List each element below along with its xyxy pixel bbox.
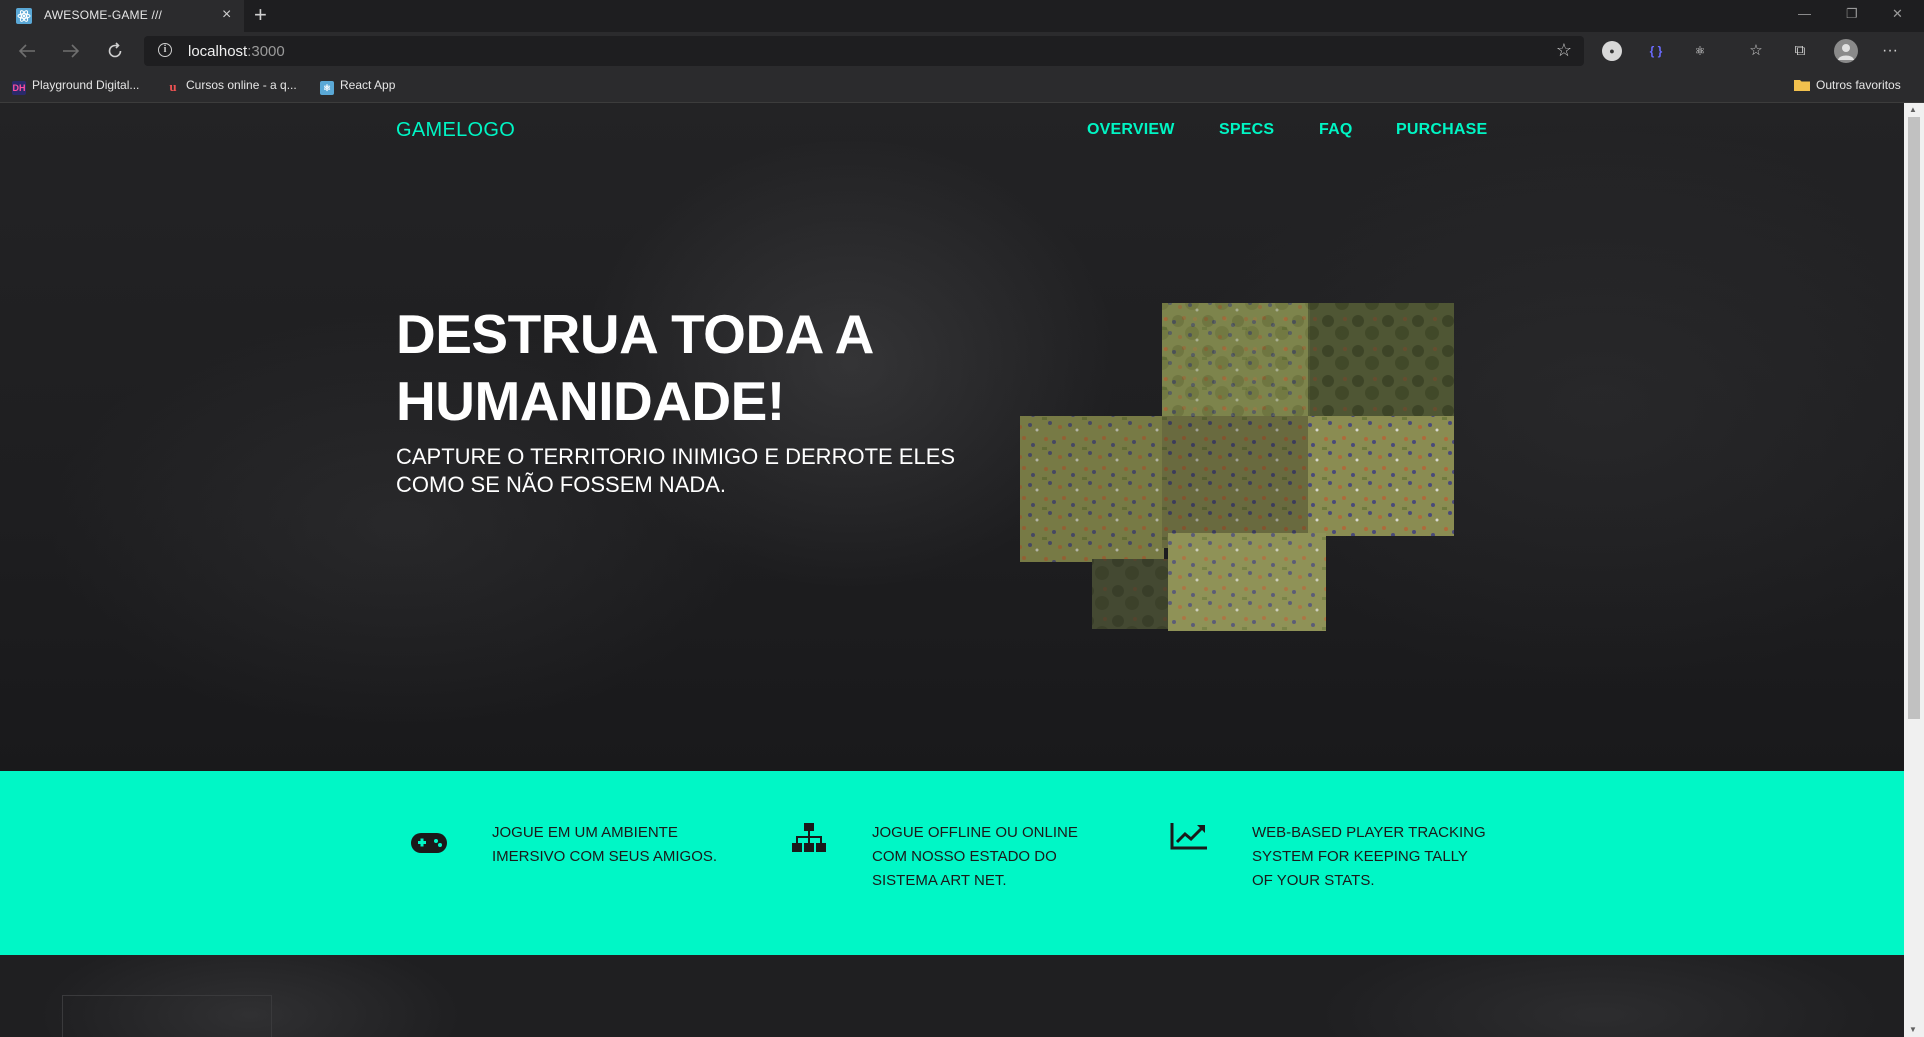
- page-viewport: GAMELOGO OVERVIEW SPECS FAQ PURCHASE DES…: [0, 103, 1904, 1037]
- udemy-icon: u: [169, 79, 177, 94]
- collage-tile: [1092, 559, 1168, 629]
- feature-text: WEB-BASED PLAYER TRACKING SYSTEM FOR KEE…: [1252, 824, 1486, 889]
- json-extension-icon[interactable]: { }: [1646, 41, 1666, 61]
- tab-title: AWESOME-GAME ///: [44, 8, 163, 22]
- collage-tile: [1162, 303, 1310, 419]
- collections-icon[interactable]: ⧉: [1790, 41, 1810, 61]
- scrollbar-thumb[interactable]: [1908, 117, 1920, 719]
- profile-person-icon: [1838, 44, 1854, 60]
- url-text: localhost:3000: [188, 43, 285, 60]
- close-window-icon[interactable]: ✕: [1892, 6, 1903, 22]
- bookmarks-bar: DH Playground Digital... u Cursos online -…: [0, 70, 1924, 103]
- forward-icon[interactable]: [62, 43, 80, 59]
- favorite-star-icon[interactable]: ☆: [1556, 40, 1572, 61]
- dh-icon: DH: [12, 81, 26, 95]
- browser-toolbar: i localhost:3000 ☆ ● { } ⚛ ☆ ⧉ ···: [0, 32, 1924, 70]
- react-favicon-icon: [16, 8, 32, 24]
- scroll-down-icon[interactable]: ▼: [1909, 1025, 1917, 1034]
- browser-tab-bar: AWESOME-GAME /// × + — ❐ ✕: [0, 0, 1924, 32]
- collage-tile: [1162, 416, 1310, 548]
- react-devtools-icon[interactable]: ⚛: [1690, 41, 1710, 61]
- react-icon: ⚛: [320, 81, 334, 95]
- scroll-up-icon[interactable]: ▲: [1909, 105, 1917, 114]
- collage-tile: [1168, 533, 1326, 631]
- reload-icon[interactable]: [106, 42, 124, 60]
- bookmark-item[interactable]: u Cursos online - a q...: [166, 78, 296, 94]
- section-frame: [62, 995, 272, 1037]
- address-bar[interactable]: i localhost:3000 ☆: [144, 36, 1584, 66]
- gamepad-icon: [411, 833, 447, 853]
- bookmark-item[interactable]: ⚛ React App: [320, 78, 395, 95]
- chart-line-icon: [1170, 823, 1207, 850]
- feature-text: JOGUE EM UM AMBIENTE IMERSIVO COM SEUS A…: [492, 824, 718, 865]
- collage-tile: [1308, 416, 1454, 536]
- tab-close-icon[interactable]: ×: [222, 6, 231, 24]
- profile-avatar[interactable]: [1834, 39, 1858, 63]
- features-band: JOGUE EM UM AMBIENTE IMERSIVO COM SEUS A…: [0, 771, 1904, 955]
- hero-section: GAMELOGO OVERVIEW SPECS FAQ PURCHASE DES…: [0, 103, 1904, 771]
- folder-icon: [1794, 80, 1810, 91]
- next-section: [0, 955, 1904, 1037]
- browser-tab[interactable]: AWESOME-GAME /// ×: [0, 0, 244, 32]
- page-scrollbar[interactable]: ▲ ▼: [1904, 103, 1924, 1037]
- site-info-icon[interactable]: i: [158, 43, 172, 57]
- restore-icon[interactable]: ❐: [1846, 6, 1858, 22]
- feature-text: JOGUE OFFLINE OU ONLINE COM NOSSO ESTADO…: [872, 824, 1078, 889]
- minimize-icon[interactable]: —: [1798, 6, 1811, 21]
- game-screenshot-collage: [1020, 303, 1454, 631]
- more-menu-icon[interactable]: ···: [1880, 41, 1900, 61]
- favorites-list-icon[interactable]: ☆: [1746, 41, 1766, 61]
- bookmark-item[interactable]: DH Playground Digital...: [12, 78, 139, 95]
- sitemap-icon: [792, 823, 826, 852]
- other-favorites[interactable]: Outros favoritos: [1794, 78, 1901, 92]
- collage-tile: [1020, 416, 1164, 562]
- new-tab-button[interactable]: +: [254, 2, 267, 28]
- collage-tile: [1308, 303, 1454, 419]
- back-icon[interactable]: [18, 43, 36, 59]
- adblock-extension-icon[interactable]: ●: [1602, 41, 1622, 61]
